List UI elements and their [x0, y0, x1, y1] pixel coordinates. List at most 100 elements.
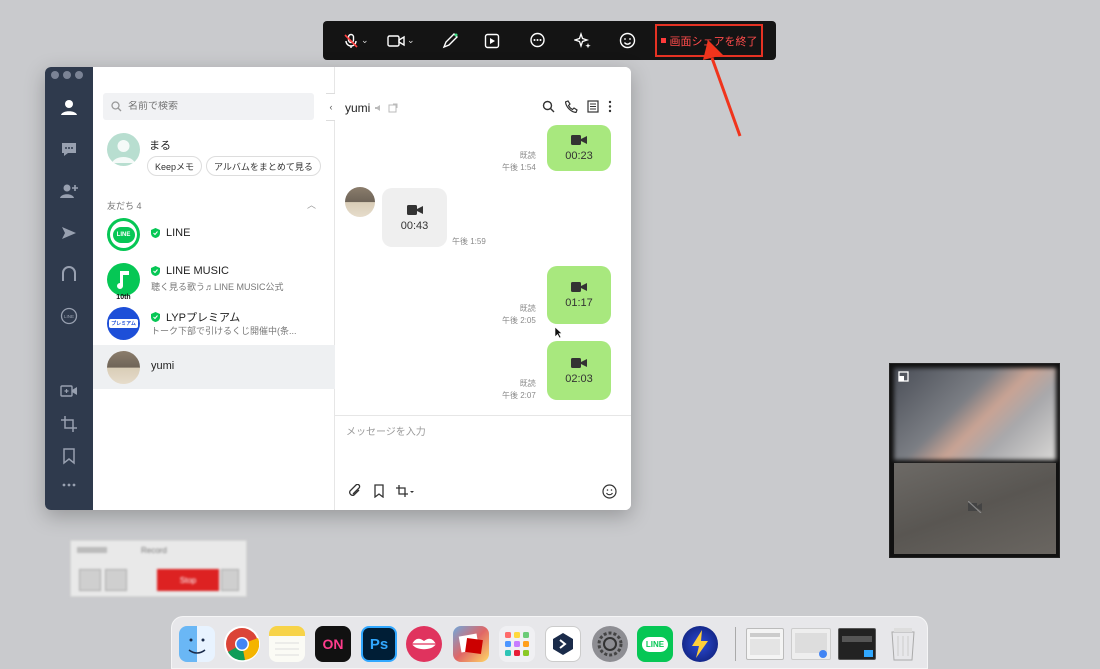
call-message-out[interactable]: 01:17: [547, 266, 611, 324]
paperclip-icon[interactable]: [348, 484, 362, 498]
zoom-window-button[interactable]: [75, 71, 83, 79]
friend-name: LYPプレミアム: [166, 312, 241, 324]
dock-app-system-settings[interactable]: [592, 626, 628, 662]
avatar: LINE: [107, 218, 140, 251]
window-thumbnail-icon: [750, 633, 780, 655]
chat-bubble-icon: [530, 32, 545, 48]
rail-openchat[interactable]: [58, 263, 80, 285]
message-time: 午後 1:54: [502, 163, 536, 172]
recorder-title: Record: [141, 546, 167, 555]
dock-app-notes[interactable]: [269, 626, 305, 662]
rail-video-meeting[interactable]: [58, 380, 80, 402]
album-button[interactable]: アルバムをまとめて見る: [206, 156, 321, 176]
dock-separator: [735, 627, 736, 661]
dock-app-photos[interactable]: [453, 626, 489, 662]
friend-line-music[interactable]: 10th LINE MUSIC 聴く見る歌う♬LINE MUSIC公式: [93, 257, 335, 301]
resize-button[interactable]: [79, 569, 101, 591]
bookmark-icon[interactable]: [373, 484, 385, 498]
line-logo-icon: LINE: [60, 307, 78, 325]
svg-text:LINE: LINE: [64, 314, 74, 319]
chat-icon: [62, 143, 76, 156]
dock-minimized-window[interactable]: [838, 628, 876, 660]
call-message-out[interactable]: 02:03: [547, 341, 611, 400]
video-call-icon: [571, 282, 587, 292]
avatar[interactable]: [345, 187, 375, 217]
friend-line[interactable]: LINE LINE: [93, 212, 335, 256]
openchat-icon: [62, 266, 76, 281]
rail-line-services[interactable]: LINE: [58, 305, 80, 327]
share-screen-icon: [484, 33, 500, 48]
external-window-icon[interactable]: [388, 103, 398, 113]
rail-friends[interactable]: [58, 96, 80, 118]
dock-trash[interactable]: [885, 626, 921, 662]
chevron-down-icon[interactable]: ⌄: [407, 35, 415, 46]
dock-app-finder[interactable]: [179, 626, 215, 662]
friends-section-header[interactable]: 友だち 4: [107, 199, 142, 212]
search-box[interactable]: [103, 93, 314, 120]
rail-screenshot[interactable]: [58, 413, 80, 435]
add-friend-icon: [60, 184, 78, 198]
reaction-button[interactable]: [619, 21, 636, 60]
call-message-in[interactable]: 00:43: [382, 188, 447, 247]
notes-icon[interactable]: [587, 100, 599, 113]
dock-app-chrome[interactable]: [224, 626, 260, 662]
call-message-out[interactable]: 00:23: [547, 125, 611, 171]
rail-chats[interactable]: [58, 138, 80, 160]
crop-icon[interactable]: [395, 484, 415, 498]
speaker-icon[interactable]: [374, 103, 384, 113]
rail-add-friend[interactable]: [58, 180, 80, 202]
more-vertical-icon[interactable]: [607, 100, 613, 113]
pause-button[interactable]: [221, 569, 239, 591]
dock-minimized-window[interactable]: [791, 628, 831, 660]
phone-icon[interactable]: [565, 100, 578, 113]
friend-lyp-premium[interactable]: プレミアム LYPプレミアム トーク下部で引けるくじ開催中(条...: [93, 301, 335, 345]
dock-app-remote[interactable]: [545, 626, 581, 662]
search-icon: [111, 101, 122, 112]
close-window-button[interactable]: [51, 71, 59, 79]
annotation-arrow: [703, 40, 742, 137]
chevron-down-icon[interactable]: ⌄: [361, 35, 369, 46]
picture-in-picture-icon[interactable]: [898, 371, 909, 382]
friend-status-message: 聴く見る歌う♬LINE MUSIC公式: [151, 282, 284, 292]
emoji-icon[interactable]: [602, 484, 617, 499]
friends-pane: ‹ まる Keepメモ アルバムをまとめて見る 友だち 4 ︿ LINE LIN…: [93, 67, 337, 510]
chat-button[interactable]: [529, 21, 546, 60]
search-input[interactable]: [128, 101, 298, 112]
keep-memo-button[interactable]: Keepメモ: [147, 156, 203, 176]
search-icon[interactable]: [542, 100, 555, 113]
effects-button[interactable]: [574, 21, 592, 60]
mic-toggle-button[interactable]: ⌄: [343, 21, 369, 60]
dock-app-on[interactable]: ON: [315, 626, 351, 662]
draw-button[interactable]: [441, 21, 459, 60]
minimize-window-button[interactable]: [63, 71, 71, 79]
chat-header: yumi: [345, 101, 398, 115]
sparkle-effects-icon: [574, 31, 591, 48]
chat-pane: yumi 00:23 既読 午後 1:54 00:43 午後 1:59 01:1…: [335, 67, 631, 510]
chevron-up-icon[interactable]: ︿: [307, 198, 316, 211]
message-input[interactable]: メッセージを入力: [346, 423, 426, 438]
window-thumbnail-icon: [795, 633, 827, 658]
camera-toggle-button[interactable]: ⌄: [387, 21, 415, 60]
dock-app-launchpad[interactable]: [499, 626, 535, 662]
verified-shield-icon: [151, 266, 160, 276]
call-video-preview[interactable]: [889, 363, 1060, 558]
dock-app-line[interactable]: LINE: [637, 626, 673, 662]
rail-more[interactable]: [58, 474, 80, 496]
rail-voom[interactable]: [58, 222, 80, 244]
read-receipt: 既読: [519, 151, 536, 160]
friend-yumi[interactable]: yumi: [93, 345, 335, 389]
rail-keep[interactable]: [58, 445, 80, 467]
verified-shield-icon: [151, 312, 160, 322]
line-app-window: LINE ‹ まる Keepメモ アルバムをまとめて見る 友だち: [45, 67, 631, 510]
finder-icon: [188, 638, 206, 654]
dock-minimized-window[interactable]: [746, 628, 784, 660]
share-screen-button[interactable]: [484, 21, 500, 60]
recorder-stop-button[interactable]: Stop: [157, 569, 219, 591]
dock-app-kiss[interactable]: [406, 626, 442, 662]
photos-icon: [458, 633, 483, 655]
dock-app-photoshop[interactable]: Ps: [361, 626, 397, 662]
window-controls[interactable]: [77, 547, 107, 553]
read-receipt: 既読: [519, 379, 536, 388]
dock-app-reeder[interactable]: [682, 626, 718, 662]
window-button[interactable]: [105, 569, 127, 591]
